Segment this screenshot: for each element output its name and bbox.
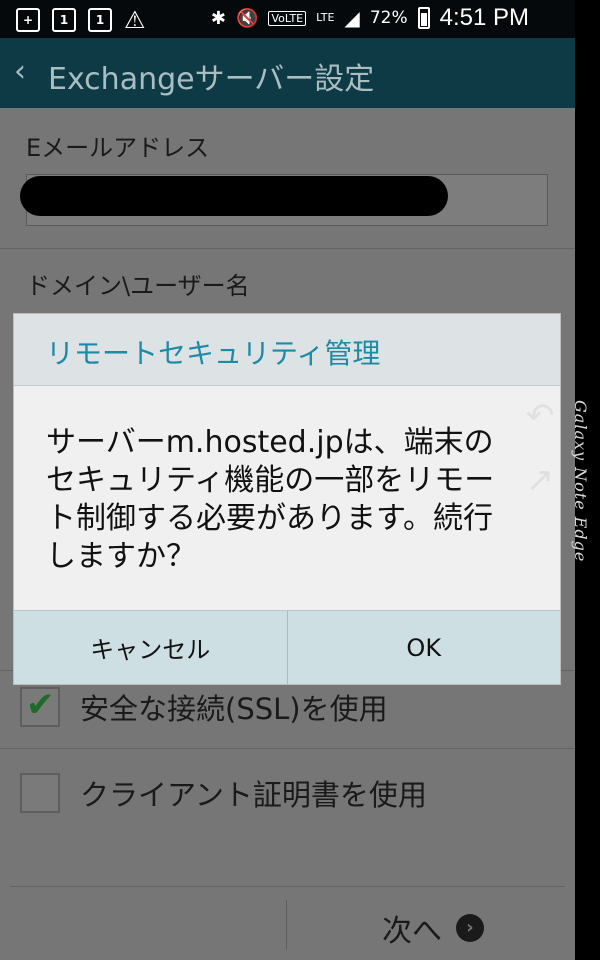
undo-icon[interactable]: ↶ (516, 394, 564, 438)
dialog-title: リモートセキュリティ管理 (46, 337, 381, 370)
bottom-bar: 次へ › (0, 880, 575, 960)
share-icon[interactable]: ↗ (516, 458, 564, 502)
divider (0, 748, 575, 749)
dialog-header: リモートセキュリティ管理 (14, 314, 560, 386)
cancel-button[interactable]: キャンセル (14, 611, 287, 684)
redaction-mark (20, 176, 448, 216)
battery-icon (417, 7, 430, 29)
next-label: 次へ (382, 914, 442, 949)
signal-icon: ◢ (344, 6, 360, 30)
ok-button[interactable]: OK (286, 611, 561, 684)
cert-checkbox[interactable] (20, 773, 60, 813)
page-title: Exchangeサーバー設定 (48, 62, 375, 97)
status-bar: + 1 1 ⚠ ✱ 🔇 VoLTE LTE ◢ 72% 4:51 PM (0, 0, 575, 38)
domain-label: ドメイン\ユーザー名 (26, 272, 250, 300)
remote-security-dialog: リモートセキュリティ管理 サーバーm.hosted.jpは、端末のセキュリティ機… (14, 314, 560, 684)
checkmark-icon: ✔ (26, 685, 55, 725)
ssl-row[interactable]: ✔ 安全な接続(SSL)を使用 (20, 685, 388, 728)
chevron-right-icon: › (456, 914, 484, 942)
sim2-icon: 1 (88, 8, 112, 32)
battery-percent: 72% (369, 8, 408, 28)
cert-row[interactable]: クライアント証明書を使用 (20, 772, 427, 814)
cert-label: クライアント証明書を使用 (80, 778, 427, 812)
add-box-icon: + (16, 8, 40, 32)
action-bar: ‹ Exchangeサーバー設定 (0, 38, 575, 108)
dialog-buttons: キャンセル OK (14, 610, 560, 684)
dialog-message: サーバーm.hosted.jpは、端末のセキュリティ機能の一部をリモート制御する… (46, 425, 495, 574)
volte-icon: VoLTE (268, 10, 307, 26)
clock: 4:51 PM (439, 4, 529, 31)
mute-icon: 🔇 (236, 7, 259, 29)
ssl-label: 安全な接続(SSL)を使用 (80, 692, 388, 726)
back-arrow-icon[interactable]: ‹ (14, 56, 26, 88)
sim1-icon: 1 (52, 8, 76, 32)
bluetooth-icon: ✱ (210, 7, 227, 29)
next-button[interactable]: 次へ › (382, 906, 484, 950)
ssl-checkbox[interactable]: ✔ (20, 685, 60, 727)
lte-icon: LTE (316, 11, 335, 24)
edge-brand: Galaxy Note Edge (571, 400, 590, 563)
email-label: Eメールアドレス (26, 134, 210, 162)
divider (286, 900, 287, 950)
divider (0, 248, 575, 249)
warning-icon: ⚠ (124, 6, 146, 34)
